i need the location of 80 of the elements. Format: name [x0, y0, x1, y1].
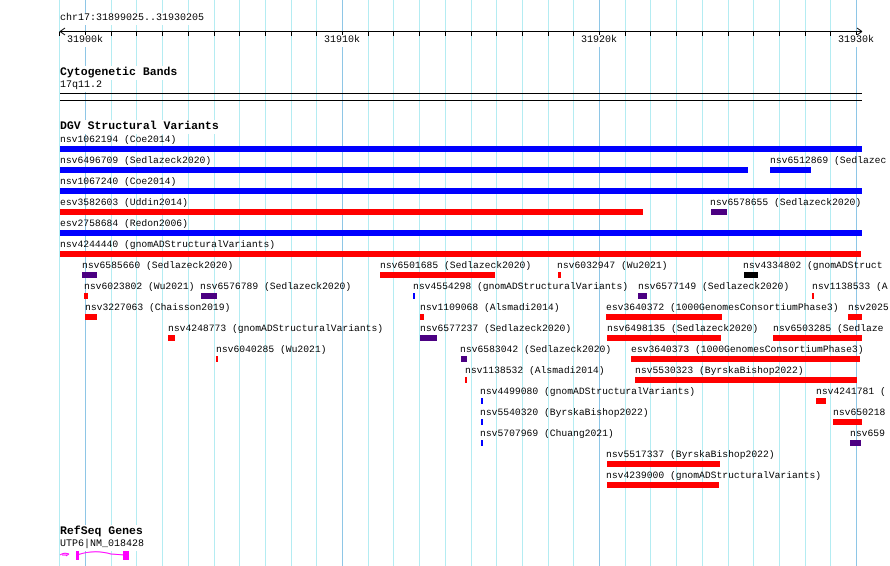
variant-label[interactable]: esv3640372 (1000GenomesConsortiumPhase3)	[606, 302, 839, 314]
variant-label[interactable]: nsv1138533 (A	[812, 281, 888, 293]
band-label: 17q11.2	[60, 80, 102, 92]
ruler-tick-label: 31900k	[67, 35, 103, 47]
ruler-tick-label: 31930k	[838, 35, 874, 47]
track-title: DGV Structural Variants	[60, 120, 219, 134]
variant-label[interactable]: nsv5530323 (ByrskaBishop2022)	[635, 365, 804, 377]
variant-label[interactable]: nsv3227063 (Chaisson2019)	[85, 302, 230, 314]
variant-bar[interactable]	[607, 335, 721, 341]
variant-bar[interactable]	[60, 188, 862, 194]
variant-bar[interactable]	[631, 356, 860, 362]
variant-label[interactable]: nsv650218	[833, 407, 886, 419]
variant-label[interactable]: nsv6503285 (Sedlaze	[773, 323, 884, 335]
variant-label[interactable]: nsv2025	[848, 302, 889, 314]
variant-bar[interactable]	[850, 440, 861, 446]
variant-label[interactable]: nsv6585660 (Sedlazeck2020)	[82, 260, 234, 272]
variant-bar[interactable]	[607, 461, 720, 467]
variant-label[interactable]: esv3582603 (Uddin2014)	[60, 197, 188, 209]
variant-label[interactable]: nsv6496709 (Sedlazeck2020)	[60, 155, 212, 167]
variant-bar[interactable]	[380, 272, 495, 278]
variant-bar[interactable]	[558, 272, 561, 278]
variant-bar[interactable]	[461, 356, 467, 362]
variant-label[interactable]: nsv4248773 (gnomADStructuralVariants)	[168, 323, 384, 335]
variant-bar[interactable]	[420, 335, 437, 341]
variant-label[interactable]: nsv6576789 (Sedlazeck2020)	[200, 281, 352, 293]
variant-label[interactable]: nsv4334802 (gnomADStruct	[743, 260, 883, 272]
variant-label[interactable]: nsv1138532 (Alsmadi2014)	[465, 365, 605, 377]
variant-label[interactable]: nsv4239000 (gnomADStructuralVariants)	[606, 470, 822, 482]
variant-bar[interactable]	[420, 314, 424, 320]
variant-bar[interactable]	[82, 272, 97, 278]
variant-label[interactable]: nsv4499080 (gnomADStructuralVariants)	[480, 386, 696, 398]
variant-label[interactable]: nsv4554298 (gnomADStructuralVariants)	[413, 281, 628, 293]
variant-label[interactable]: nsv6577237 (Sedlazeck2020)	[420, 323, 572, 335]
variant-label[interactable]: nsv659	[850, 428, 885, 440]
track-title: RefSeq Genes	[60, 525, 143, 539]
variant-bar[interactable]	[606, 314, 722, 320]
variant-label[interactable]: nsv6023802 (Wu2021)	[84, 281, 194, 293]
variant-label[interactable]: nsv5517337 (ByrskaBishop2022)	[606, 449, 775, 461]
variant-label[interactable]: esv3640373 (1000GenomesConsortiumPhase3)	[631, 344, 864, 356]
variant-bar[interactable]	[60, 251, 861, 257]
variant-label[interactable]: esv2758684 (Redon2006)	[60, 218, 188, 230]
track-title: Cytogenetic Bands	[60, 66, 178, 80]
variant-bar[interactable]	[607, 482, 719, 488]
variant-bar[interactable]	[635, 377, 857, 383]
variant-label[interactable]: nsv5707969 (Chuang2021)	[480, 428, 614, 440]
variant-label[interactable]: nsv4241781 (	[816, 386, 886, 398]
variant-bar[interactable]	[773, 335, 862, 341]
variant-label[interactable]: nsv4244440 (gnomADStructuralVariants)	[60, 239, 276, 251]
variant-bar[interactable]	[848, 314, 862, 320]
variant-bar[interactable]	[816, 398, 826, 404]
gene-model-drawing[interactable]	[59, 550, 131, 561]
variant-bar[interactable]	[638, 293, 647, 299]
variant-bar[interactable]	[711, 209, 727, 215]
variant-label[interactable]: nsv6040285 (Wu2021)	[216, 344, 326, 356]
variant-bar[interactable]	[770, 167, 811, 173]
variant-bar[interactable]	[201, 293, 217, 299]
variant-label[interactable]: nsv6032947 (Wu2021)	[557, 260, 668, 272]
variant-bar[interactable]	[60, 209, 643, 215]
variant-bar[interactable]	[60, 167, 748, 173]
variant-label[interactable]: nsv1067240 (Coe2014)	[60, 176, 176, 188]
variant-bar[interactable]	[168, 335, 175, 341]
variant-label[interactable]: nsv1109068 (Alsmadi2014)	[420, 302, 560, 314]
variant-label[interactable]: nsv6512869 (Sedlazec	[770, 155, 886, 167]
variant-label[interactable]: nsv5540320 (ByrskaBishop2022)	[480, 407, 649, 419]
variant-bar[interactable]	[85, 314, 97, 320]
gene-label[interactable]: UTP6|NM_018428	[60, 539, 144, 551]
variant-label[interactable]: nsv6501685 (Sedlazeck2020)	[380, 260, 532, 272]
ruler-tick-label: 31920k	[581, 35, 617, 47]
variant-bar[interactable]	[744, 272, 758, 278]
variant-bar[interactable]	[833, 419, 862, 425]
variant-label[interactable]: nsv6578655 (Sedlazeck2020)	[710, 197, 862, 209]
variant-bar[interactable]	[60, 230, 862, 236]
variant-bar[interactable]	[84, 293, 88, 299]
variant-label[interactable]: nsv6577149 (Sedlazeck2020)	[638, 281, 790, 293]
variant-label[interactable]: nsv6583042 (Sedlazeck2020)	[460, 344, 612, 356]
variant-label[interactable]: nsv1062194 (Coe2014)	[60, 134, 176, 146]
ruler-tick-label: 31910k	[324, 35, 360, 47]
variant-bar[interactable]	[60, 146, 862, 152]
variant-label[interactable]: nsv6498135 (Sedlazeck2020)	[607, 323, 758, 335]
location-label: chr17:31899025..31930205	[60, 13, 204, 25]
